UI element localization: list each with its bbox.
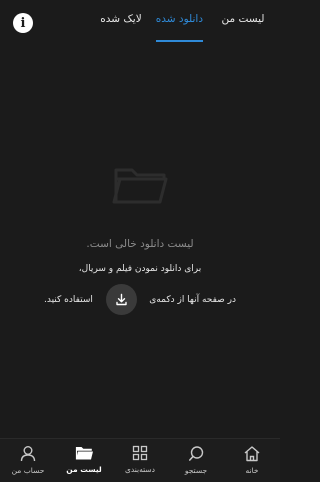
nav-my-list-label: لیست من [66,465,102,474]
nav-home[interactable]: خانه [224,439,280,482]
tab-downloaded[interactable]: دانلود شده [156,13,203,43]
search-icon [188,446,203,461]
grid-icon [132,445,148,461]
top-bar: i لیست من دانلود شده لایک شده [0,0,280,46]
tab-liked[interactable]: لایک شده [99,13,143,43]
folder-icon [75,447,93,460]
nav-categories-label: دسته‌بندی [124,465,156,474]
folder-icon [112,168,168,204]
empty-instructions-line1: برای دانلود نمودن فیلم و سریال، [78,264,202,274]
empty-instructions-before: در صفحه آنها از دکمه‌ی [149,295,236,305]
nav-my-list[interactable]: لیست من [56,439,112,482]
tab-my-list[interactable]: لیست من [218,13,268,43]
user-icon [20,446,36,462]
download-icon [116,293,127,306]
downloads-screen: i لیست من دانلود شده لایک شده لیست دانلو… [0,0,280,482]
home-icon [244,446,260,462]
empty-instructions-after: استفاده کنید. [44,295,93,305]
info-icon[interactable]: i [13,13,33,33]
bottom-nav: خانه جستجو دسته‌بندی لیست من [0,438,280,482]
nav-account[interactable]: حساب من [0,439,56,482]
nav-account-label: حساب من [11,466,45,475]
download-button-sample [106,284,137,315]
nav-home-label: خانه [245,466,259,475]
active-tab-indicator [156,40,203,42]
nav-search-label: جستجو [184,466,208,475]
nav-categories[interactable]: دسته‌بندی [112,439,168,482]
empty-list-title: لیست دانلود خالی است. [86,238,194,250]
nav-search[interactable]: جستجو [168,439,224,482]
